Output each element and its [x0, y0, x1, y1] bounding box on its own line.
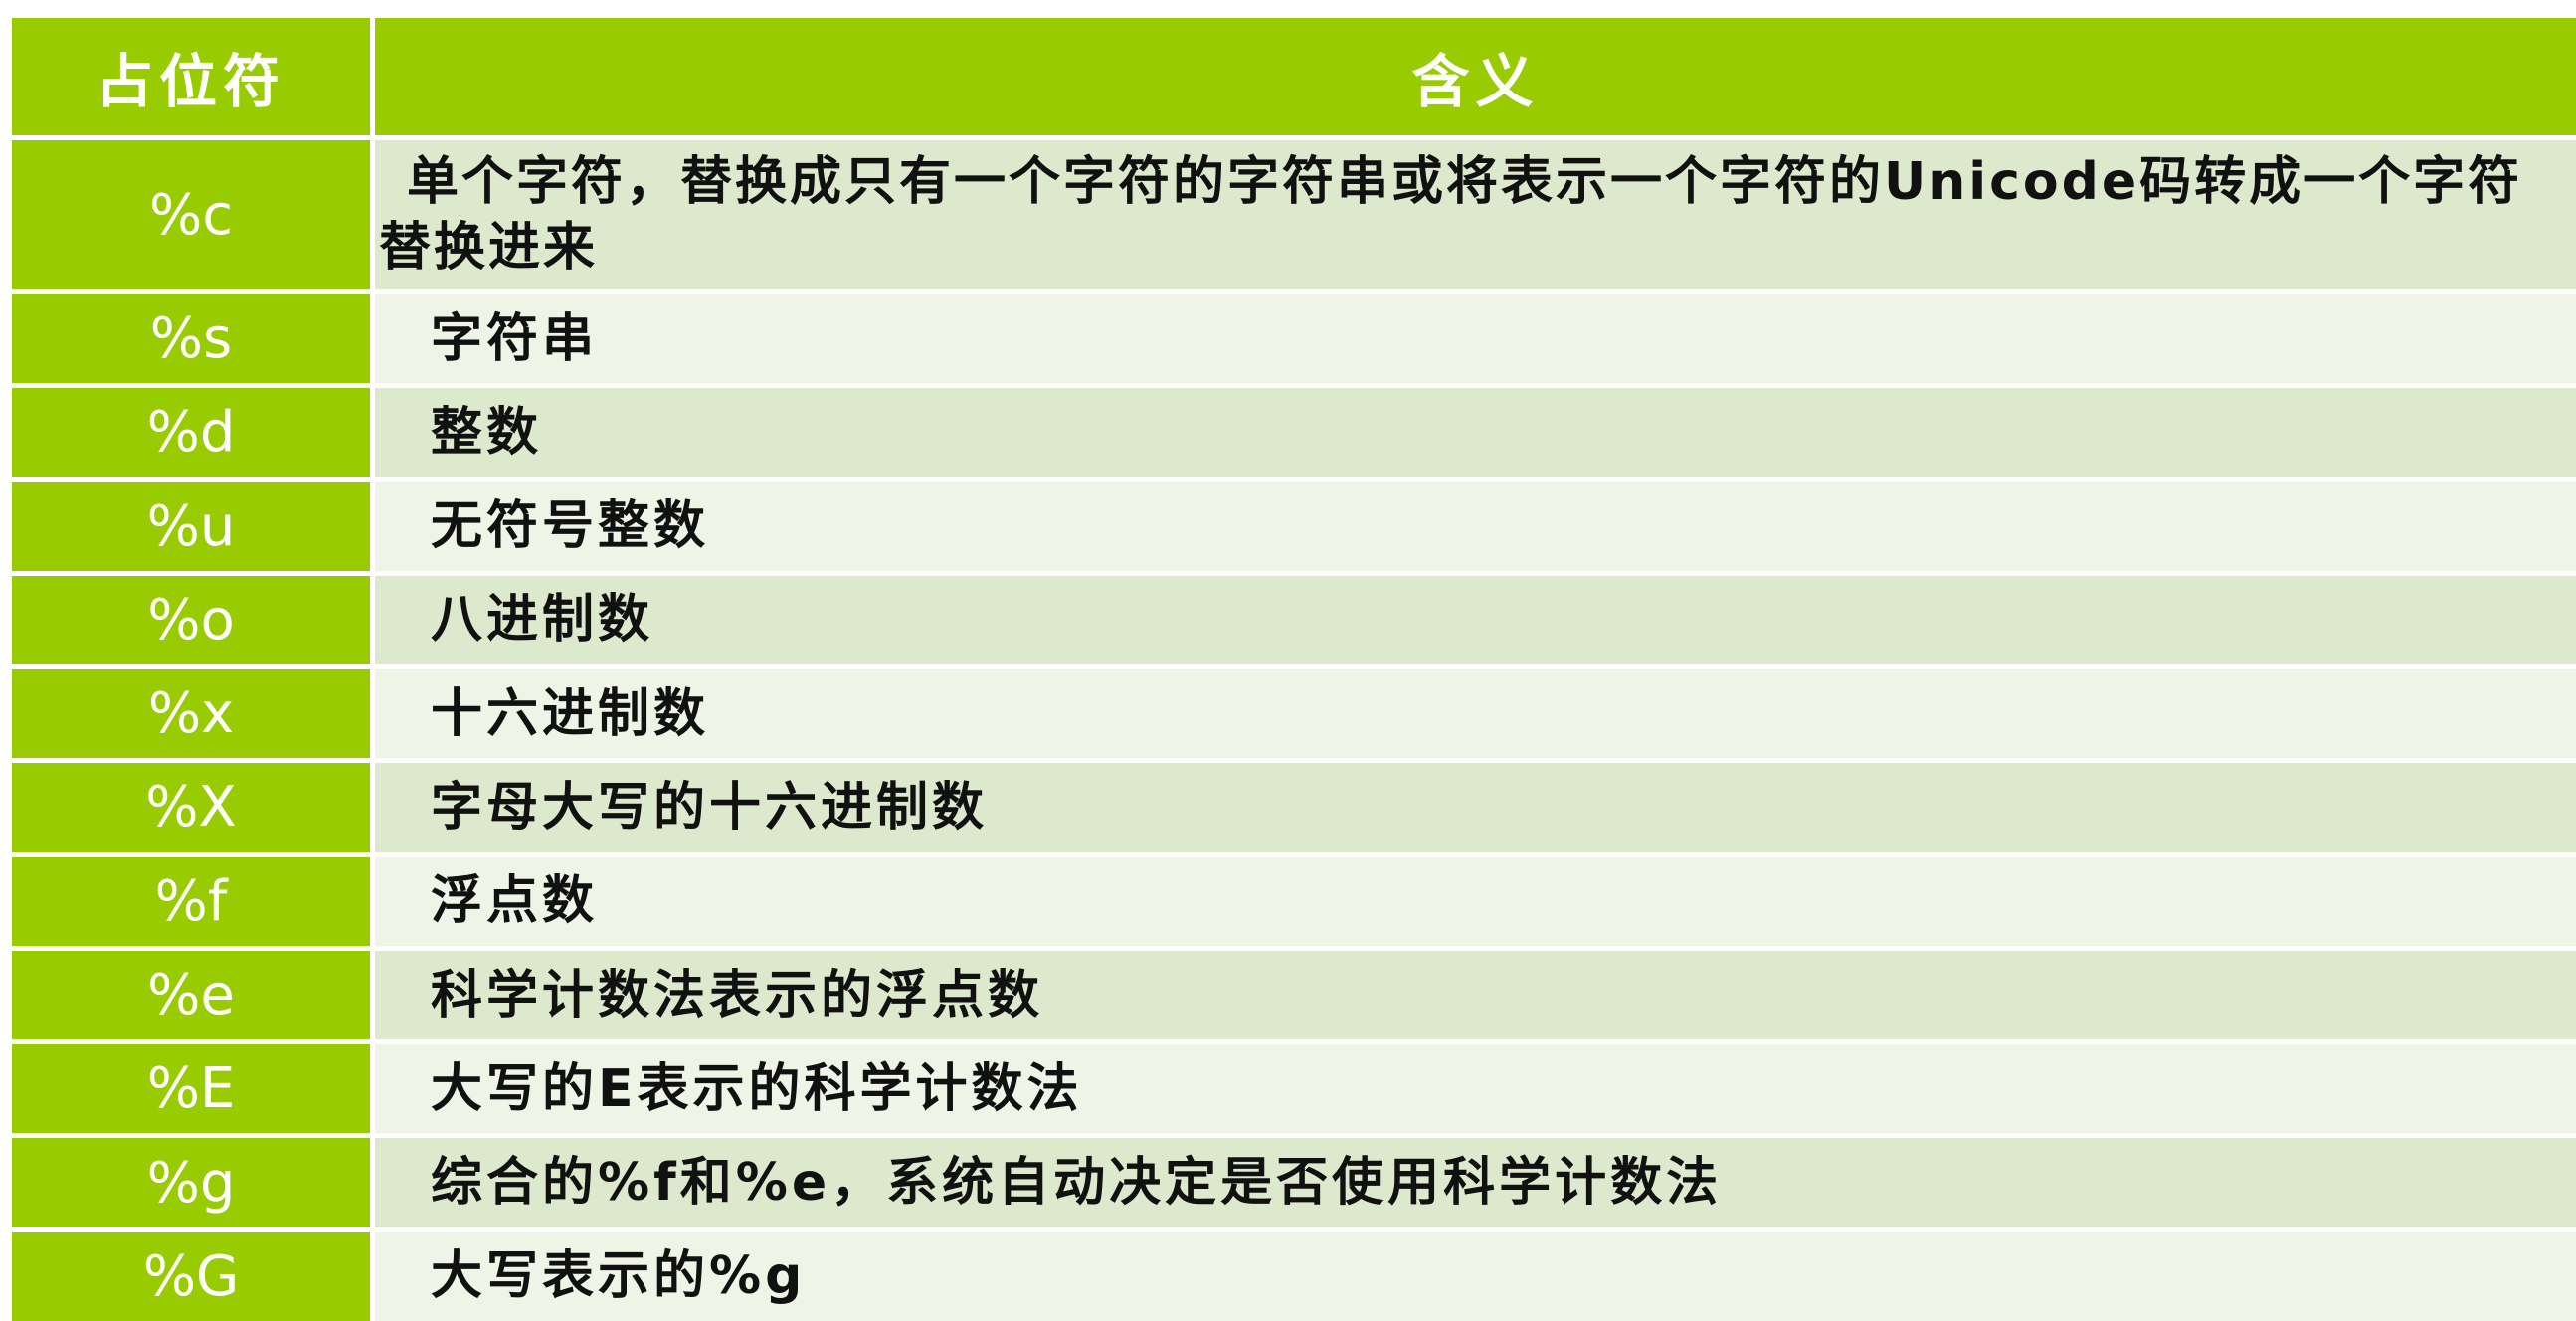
desc-cell: 单个字符，替换成只有一个字符的字符串或将表示一个字符的Unicode码转成一个字… — [375, 140, 2576, 289]
desc-cell: 科学计数法表示的浮点数 — [375, 950, 2576, 1040]
code-cell: %X — [12, 763, 370, 852]
code-cell: %s — [12, 294, 370, 384]
code-cell: %G — [12, 1231, 370, 1321]
desc-cell: 整数 — [375, 388, 2576, 477]
desc-cell: 无符号整数 — [375, 481, 2576, 571]
code-cell: %c — [12, 140, 370, 289]
desc-cell: 大写表示的%g — [375, 1231, 2576, 1321]
code-cell: %d — [12, 388, 370, 477]
code-cell: %o — [12, 575, 370, 665]
code-cell: %g — [12, 1138, 370, 1227]
code-cell: %e — [12, 950, 370, 1040]
desc-cell: 综合的%f和%e，系统自动决定是否使用科学计数法 — [375, 1138, 2576, 1227]
desc-cell: 字母大写的十六进制数 — [375, 763, 2576, 852]
desc-cell: 浮点数 — [375, 856, 2576, 946]
code-cell: %x — [12, 669, 370, 759]
code-cell: %E — [12, 1044, 370, 1134]
header-meaning: 含义 — [375, 18, 2576, 135]
code-cell: %f — [12, 856, 370, 946]
desc-cell: 十六进制数 — [375, 669, 2576, 759]
code-cell: %u — [12, 481, 370, 571]
placeholder-table: 占位符 含义 %c 单个字符，替换成只有一个字符的字符串或将表示一个字符的Uni… — [12, 18, 2576, 1321]
header-placeholder: 占位符 — [12, 18, 370, 135]
desc-cell: 大写的E表示的科学计数法 — [375, 1044, 2576, 1134]
desc-cell: 八进制数 — [375, 575, 2576, 665]
desc-cell: 字符串 — [375, 294, 2576, 384]
